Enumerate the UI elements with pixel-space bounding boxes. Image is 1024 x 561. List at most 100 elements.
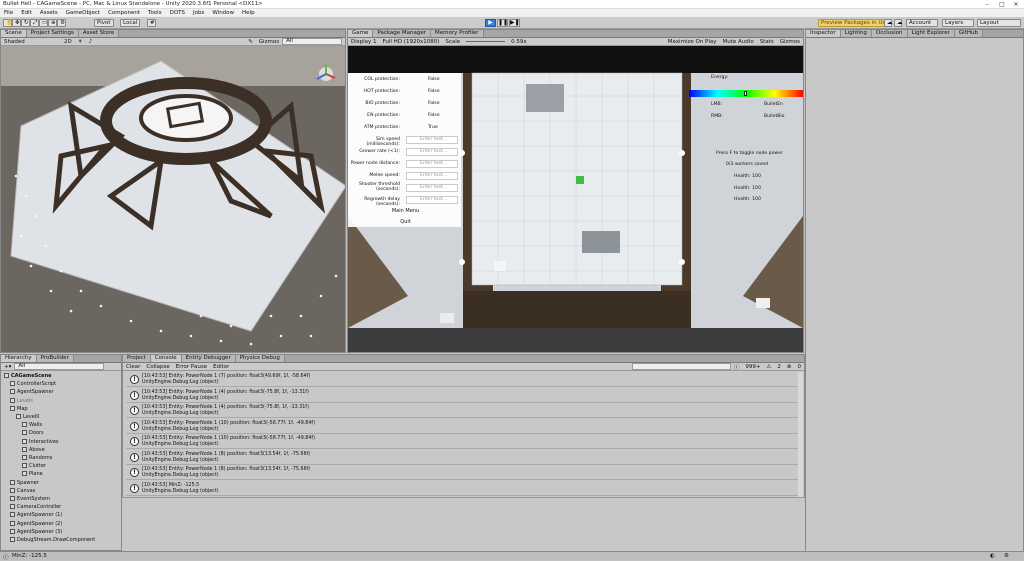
error-count-icon[interactable]: ⊗	[784, 364, 795, 370]
tab-scene[interactable]: Scene	[1, 30, 27, 37]
tab-inspector[interactable]: Inspector	[806, 30, 841, 37]
mute-audio-toggle[interactable]: Mute Audio	[720, 39, 757, 45]
collapse-button[interactable]: Collapse	[143, 364, 172, 370]
hierarchy-item[interactable]: AgentSpawner (3)	[10, 528, 62, 535]
editor-dropdown[interactable]: Editor	[210, 364, 232, 370]
tab-asset-store[interactable]: Asset Store	[78, 30, 120, 37]
preview-packages-badge[interactable]: Preview Packages in Use	[818, 19, 892, 27]
main-menu-button[interactable]: Main Menu	[378, 207, 433, 216]
layout-dropdown[interactable]: Layout	[977, 19, 1021, 27]
step-button[interactable]: ▶❚	[509, 19, 520, 27]
tab-project-settings[interactable]: Project Settings	[26, 30, 79, 37]
menu-dots[interactable]: DOTS	[166, 10, 189, 16]
audio-toggle-icon[interactable]: ♪	[86, 39, 96, 45]
gizmos-dropdown[interactable]: Gizmos	[256, 39, 282, 45]
local-button[interactable]: Local	[120, 19, 141, 27]
rotate-tool-icon[interactable]: ↻	[21, 19, 30, 27]
hierarchy-item[interactable]: CameraController	[10, 504, 61, 510]
hierarchy-item[interactable]: DebugStream.DrawComponent	[10, 537, 95, 543]
menu-gameobject[interactable]: GameObject	[62, 10, 104, 16]
menu-assets[interactable]: Assets	[36, 10, 62, 16]
rect-tool-icon[interactable]: ▭	[39, 19, 48, 27]
info-count-icon[interactable]: ⓘ	[731, 363, 743, 371]
hierarchy-item[interactable]: Levels	[10, 397, 33, 404]
menu-window[interactable]: Window	[208, 10, 238, 16]
hierarchy-item[interactable]: Interactives	[22, 438, 59, 445]
hierarchy-item[interactable]: EventSystem	[10, 496, 50, 502]
cloud-icon[interactable]: ☁	[894, 19, 903, 27]
hierarchy-item[interactable]: CAGameScene	[4, 373, 52, 379]
regrowth-delay-input[interactable]: Enter text...	[406, 196, 458, 204]
quit-button[interactable]: Quit	[378, 218, 433, 227]
melee-speed-input[interactable]: Enter text...	[406, 172, 458, 180]
tab-physics-debug[interactable]: Physics Debug	[235, 355, 285, 362]
hierarchy-item[interactable]: Walls	[22, 422, 42, 428]
lighting-toggle-icon[interactable]: ☀	[75, 39, 86, 45]
custom-tool-icon[interactable]: ⚙	[57, 19, 66, 27]
resolution-dropdown[interactable]: Full HD (1920x1080)	[380, 39, 443, 45]
hierarchy-item[interactable]: Plane	[22, 471, 43, 477]
display-dropdown[interactable]: Display 1	[348, 39, 380, 45]
maximize-on-play-toggle[interactable]: Maximize On Play	[665, 39, 720, 45]
shading-dropdown[interactable]: Shaded	[1, 39, 61, 45]
stats-toggle[interactable]: Stats	[757, 39, 777, 45]
move-tool-icon[interactable]: ✥	[12, 19, 21, 27]
account-dropdown[interactable]: Account	[906, 19, 938, 27]
console-log-entry[interactable]: ! [10:43:53] Entity: PowerNode 1 (8) posi…	[126, 451, 798, 465]
tab-game[interactable]: Game	[348, 30, 374, 37]
menu-edit[interactable]: Edit	[17, 10, 36, 16]
hierarchy-item[interactable]: AgentSpawner (2)	[10, 520, 62, 527]
grower-rate-input[interactable]: Enter text...	[406, 148, 458, 156]
sim-speed-input[interactable]: Enter text...	[406, 136, 458, 144]
console-log-entry[interactable]: ! [10:43:53] Entity: PowerNode 1 (8) posi…	[126, 466, 798, 480]
console-search-input[interactable]	[632, 363, 731, 370]
tab-project[interactable]: Project	[123, 355, 151, 362]
grid-snap-icon[interactable]: #	[147, 19, 156, 27]
minimize-icon[interactable]: –	[980, 0, 994, 9]
console-log-entry[interactable]: ! [10:43:53] MinZ: -125.5 UnityEngine.Debu…	[126, 482, 798, 496]
hierarchy-item[interactable]: Level0	[16, 414, 39, 420]
create-icon[interactable]: +▾	[1, 364, 14, 370]
console-scrollbar[interactable]	[798, 372, 803, 497]
scene-viewport[interactable]	[1, 46, 346, 353]
menu-tools[interactable]: Tools	[144, 10, 166, 16]
hierarchy-item[interactable]: Canvas	[10, 487, 35, 494]
scale-slider[interactable]	[466, 41, 506, 42]
tab-hierarchy[interactable]: Hierarchy	[1, 355, 37, 362]
close-icon[interactable]: ✕	[1009, 0, 1023, 9]
hierarchy-item[interactable]: Map	[10, 405, 28, 412]
tab-memory-profiler[interactable]: Memory Profiler	[431, 30, 484, 37]
menu-jobs[interactable]: Jobs	[189, 10, 208, 16]
console-log-entry[interactable]: ! [10:43:53] Entity: PowerNode 1 (4) posi…	[126, 404, 798, 418]
hierarchy-item[interactable]: AgentSpawner (1)	[10, 512, 62, 518]
layers-dropdown[interactable]: Layers	[942, 19, 974, 27]
maximize-icon[interactable]: □	[995, 0, 1009, 9]
shooter-threshold-input[interactable]: Enter text...	[406, 184, 458, 192]
tab-probuilder[interactable]: ProBuilder	[36, 355, 74, 362]
hand-tool-icon[interactable]: ✋	[3, 19, 13, 27]
hierarchy-item[interactable]: ControllerScript	[10, 381, 56, 387]
pause-button[interactable]: ❚❚	[497, 19, 508, 27]
scene-search-input[interactable]: All	[282, 38, 343, 45]
hierarchy-item[interactable]: Spawner	[10, 479, 39, 486]
console-log-entry[interactable]: ! [10:43:53] Entity: PowerNode 1 (4) posi…	[126, 389, 798, 403]
tab-console[interactable]: Console	[150, 355, 182, 362]
menu-component[interactable]: Component	[104, 10, 144, 16]
console-log-entry[interactable]: ! [10:43:53] Entity: PowerNode 1 (10) pos…	[126, 435, 798, 449]
power-node-distance-input[interactable]: Enter text...	[406, 160, 458, 168]
clear-button[interactable]: Clear	[123, 364, 143, 370]
hierarchy-item[interactable]: Clutter	[22, 463, 46, 469]
transform-tool-icon[interactable]: ⊕	[48, 19, 57, 27]
hierarchy-search-input[interactable]: All	[14, 363, 105, 370]
tab-light-explorer[interactable]: Light Explorer	[907, 30, 955, 37]
tab-occlusion[interactable]: Occlusion	[871, 30, 908, 37]
menu-help[interactable]: Help	[238, 10, 259, 16]
error-pause-button[interactable]: Error Pause	[173, 364, 210, 370]
warn-count-icon[interactable]: ⚠	[763, 364, 774, 370]
pivot-button[interactable]: Pivot	[94, 19, 114, 27]
console-log-entry[interactable]: ! [10:43:53] Entity: PowerNode 1 (10) pos…	[126, 420, 798, 434]
hierarchy-item[interactable]: Above	[22, 446, 45, 453]
console-log-entry[interactable]: ! [10:43:53] Entity: PowerNode 1 (7) posi…	[126, 373, 798, 387]
collab-icon[interactable]: ☁	[884, 19, 893, 27]
mode-2d-toggle[interactable]: 2D	[61, 39, 75, 45]
